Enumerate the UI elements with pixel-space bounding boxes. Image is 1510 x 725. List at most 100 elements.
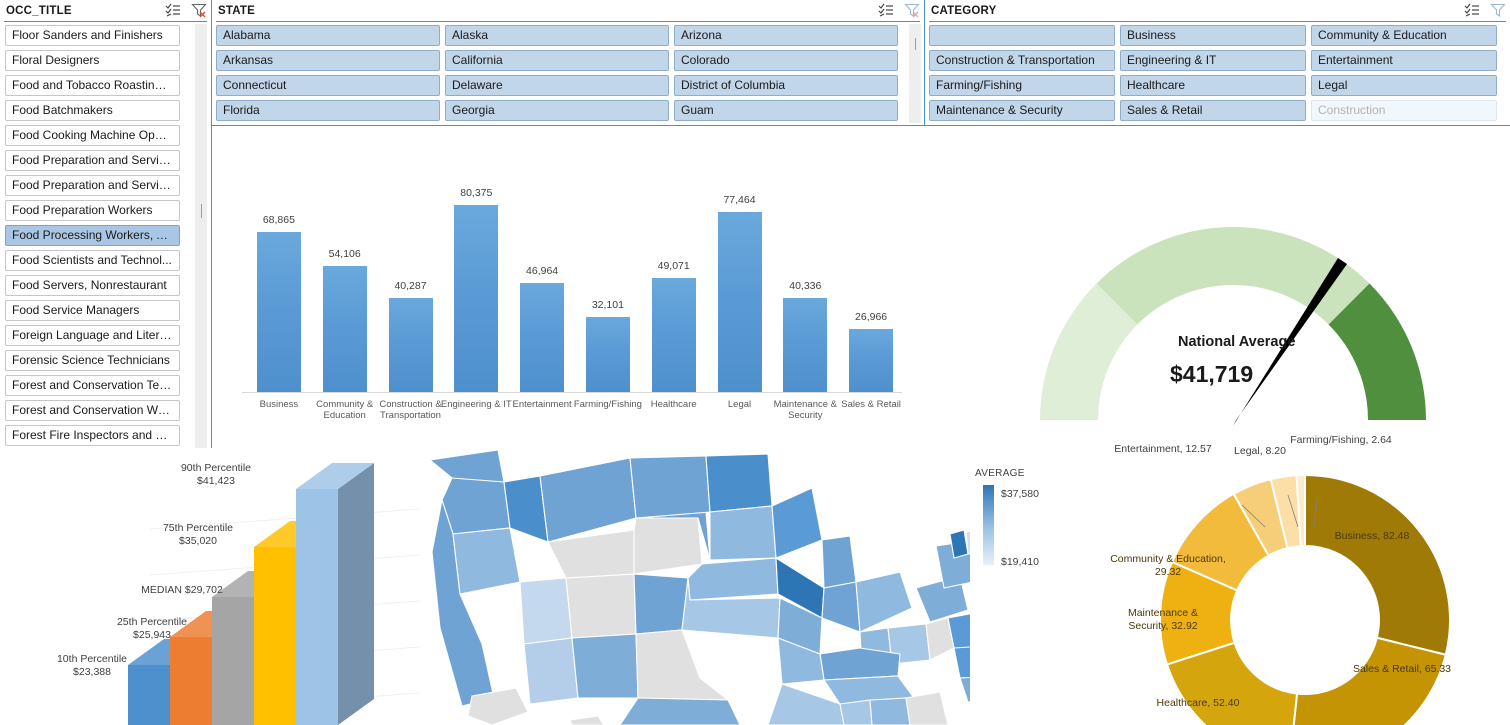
slicer-occ-title-item[interactable]: Food Cooking Machine Oper... [5,125,180,146]
clear-filter-icon[interactable] [904,2,920,18]
clear-filter-icon[interactable] [1490,2,1506,18]
slicer-state-scroll-thumb[interactable] [915,38,916,50]
percentile-chart-data-label: 90th Percentile $41,423 [146,462,286,488]
us-map-svg[interactable] [420,448,970,725]
slicer-occ-title-item[interactable]: Food Preparation and Servin... [5,175,180,196]
gauge-value: $41,719 [1170,361,1253,387]
donut-data-label: Business, 82.48 [1334,530,1410,542]
donut-slice[interactable] [1289,636,1447,725]
slicer-category-rule [929,21,1506,22]
bar-chart-bar[interactable] [388,298,433,392]
slicer-occ-title-item[interactable]: Food Service Managers [5,300,180,321]
map-legend-min-label: $19,410 [1001,556,1039,568]
average-by-category-bar-chart[interactable]: 68,865 Business 54,106 Community & Educatio… [214,127,928,447]
slicer-occ-title-item[interactable]: Food Servers, Nonrestaurant [5,275,180,296]
donut-data-label: Farming/Fishing, 2.64 [1290,434,1392,446]
percentile-3d-column-chart[interactable]: 10th Percentile $23,388 25th Percentile $25… [0,448,420,725]
slicer-occ-title-item[interactable]: Foreign Language and Literat... [5,325,180,346]
slicer-occ-title-item[interactable]: Forensic Science Technicians [5,350,180,371]
slicer-state-item[interactable]: Colorado [674,50,898,71]
slicer-occ-title-item[interactable]: Floor Sanders and Finishers [5,25,180,46]
slicer-state-body[interactable]: Alabama Alaska Arizona Arkansas California Co… [212,23,924,125]
slicer-state-item[interactable]: District of Columbia [674,75,898,96]
bar-chart-bar[interactable] [454,205,499,392]
state-south-dakota [709,505,777,561]
slicer-state-item[interactable]: Georgia [445,100,669,121]
slicer-category-item[interactable]: Construction & Transportation [929,50,1115,71]
bar-chart-value-label: 80,375 [460,187,493,199]
national-average-gauge[interactable]: National Average $41,719 [930,127,1510,447]
slicer-state-item[interactable]: Arkansas [216,50,440,71]
slicer-occ-title-item[interactable]: Forest Fire Inspectors and Pr... [5,425,180,446]
map-legend-gradient-bar [983,485,994,565]
slicer-state-item[interactable]: Alabama [216,25,440,46]
slicer-state-items[interactable]: Alabama Alaska Arizona Arkansas California Co… [216,25,924,125]
slicer-category-label: CATEGORY [931,5,997,17]
slicer-occ-title-item[interactable]: Food Scientists and Technol... [5,250,180,271]
slicer-state-scrollbar[interactable] [909,24,921,123]
multi-select-icon[interactable] [878,2,894,18]
slicer-state-rule [216,21,920,22]
slicer-category-item[interactable]: Legal [1311,75,1497,96]
donut-slice[interactable] [1304,473,1451,656]
slicer-state-item[interactable]: Connecticut [216,75,440,96]
gauge-svg: National Average $41,719 [1040,227,1426,426]
slicer-category-item[interactable]: Healthcare [1120,75,1306,96]
bar-chart-bar[interactable] [783,298,828,392]
slicer-occ-title-item[interactable]: Food Preparation and Servin... [5,150,180,171]
slicer-category-items[interactable]: Business Community & Education Constructio… [929,25,1510,125]
slicer-category-item[interactable]: Construction [1311,100,1497,121]
slicer-category[interactable]: CATEGORY Business Community & Education … [925,0,1510,126]
bar-chart-bar[interactable] [651,278,696,392]
multi-select-icon[interactable] [165,2,181,18]
slicer-category-item[interactable] [929,25,1115,46]
map-legend-title: AVERAGE [975,468,1025,479]
slicer-occ-title[interactable]: OCC_TITLE Floor Sanders and Finishers Fl… [0,0,212,488]
category-share-donut-chart[interactable]: Business, 82.48 Sales & Retail, 65.33 Heal… [1090,434,1510,725]
bar-chart-bar[interactable] [322,266,367,392]
bar-chart-bar[interactable] [717,212,762,392]
slicer-occ-title-item[interactable]: Food Batchmakers [5,100,180,121]
slicer-state-item[interactable]: California [445,50,669,71]
slicer-category-item[interactable]: Sales & Retail [1120,100,1306,121]
slicer-occ-title-item[interactable]: Forest and Conservation Tec... [5,375,180,396]
slicer-state-item[interactable]: Delaware [445,75,669,96]
slicer-state-item[interactable]: Arizona [674,25,898,46]
slicer-category-item[interactable]: Maintenance & Security [929,100,1115,121]
percentile-chart-bar[interactable] [254,547,296,725]
state-wisconsin [821,535,857,589]
bar-chart-bar[interactable] [256,232,301,392]
bar-chart-bar[interactable] [585,317,630,392]
slicer-category-item[interactable]: Community & Education [1311,25,1497,46]
state-north-carolina [953,646,970,679]
percentile-chart-bar[interactable] [170,637,212,725]
slicer-occ-title-item[interactable]: Forest and Conservation Wo... [5,400,180,421]
slicer-occ-title-item[interactable]: Food Preparation Workers [5,200,180,221]
percentile-chart-bar-side [338,463,374,725]
state-colorado-nodata [633,517,703,575]
slicer-state[interactable]: STATE Alabama Alaska Arizona Arkansas Ca… [212,0,925,126]
slicer-occ-title-item[interactable]: Floral Designers [5,50,180,71]
slicer-occ-title-body[interactable]: Floor Sanders and Finishers Floral Design… [0,23,211,487]
slicer-state-item[interactable]: Florida [216,100,440,121]
clear-filter-icon[interactable] [191,2,207,18]
slicer-occ-title-item[interactable]: Food Processing Workers, Al... [5,225,180,246]
slicer-category-body[interactable]: Business Community & Education Constructio… [925,23,1510,125]
percentile-chart-bar[interactable] [296,489,338,725]
slicer-state-item[interactable]: Guam [674,100,898,121]
slicer-state-item[interactable]: Alaska [445,25,669,46]
slicer-occ-title-item[interactable]: Food and Tobacco Roasting, ... [5,75,180,96]
bar-chart-value-label: 49,071 [657,260,690,272]
slicer-occ-title-scroll-thumb[interactable] [201,204,202,218]
average-by-state-choropleth-map[interactable] [420,448,970,725]
slicer-category-item[interactable]: Engineering & IT [1120,50,1306,71]
bar-chart-bar[interactable] [849,329,894,392]
slicer-category-icons [1464,2,1506,18]
slicer-category-item[interactable]: Entertainment [1311,50,1497,71]
slicer-occ-title-scrollbar[interactable] [195,24,207,484]
slicer-category-item[interactable]: Business [1120,25,1306,46]
slicer-category-item[interactable]: Farming/Fishing [929,75,1115,96]
slicer-occ-title-items[interactable]: Floor Sanders and Finishers Floral Design… [5,25,211,475]
bar-chart-bar[interactable] [520,283,565,392]
multi-select-icon[interactable] [1464,2,1480,18]
